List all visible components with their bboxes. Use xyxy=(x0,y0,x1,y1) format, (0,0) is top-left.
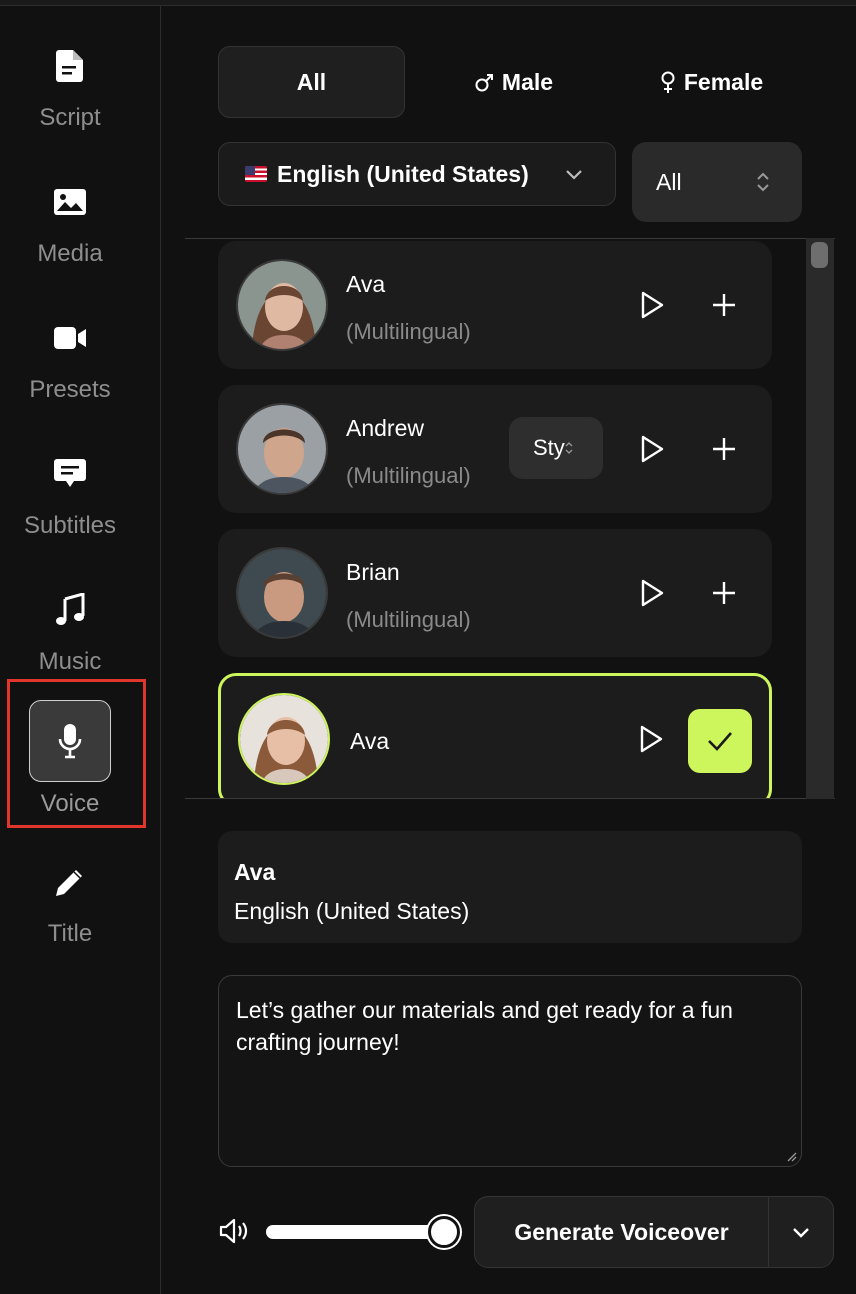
microphone-icon xyxy=(58,724,82,759)
image-icon xyxy=(50,182,90,222)
tab-label: Female xyxy=(683,68,764,95)
sidebar-item-label: Subtitles xyxy=(23,512,117,539)
avatar xyxy=(238,693,330,785)
chevron-updown-icon xyxy=(565,442,573,454)
tab-label: Male xyxy=(501,68,554,95)
volume-slider-thumb[interactable] xyxy=(428,1216,460,1248)
selected-voice-language: English (United States) xyxy=(234,898,470,924)
avatar xyxy=(236,259,328,351)
style-label: Style xyxy=(533,435,565,460)
voice-tab-icon-box xyxy=(29,700,111,782)
tab-female[interactable]: Female xyxy=(618,46,805,118)
generate-voiceover-label: Generate Voiceover xyxy=(514,1218,729,1245)
resize-grip-icon[interactable] xyxy=(785,1150,797,1162)
voice-card-brian[interactable]: Brian (Multilingual) xyxy=(218,529,772,657)
chevron-down-icon xyxy=(566,170,582,180)
voice-list[interactable]: Ava (Multilingual) Andrew (Multilingual)… xyxy=(185,238,835,799)
plus-icon xyxy=(713,582,735,604)
voice-subtitle: (Multilingual) xyxy=(346,607,471,632)
tab-all[interactable]: All xyxy=(218,46,405,118)
voice-card-ava-selected[interactable]: Ava xyxy=(218,673,772,798)
sidebar-item-title[interactable]: Title xyxy=(0,862,140,948)
check-icon xyxy=(708,732,732,751)
plus-icon xyxy=(713,294,735,316)
style-select[interactable]: Style xyxy=(509,417,603,479)
sidebar-item-subtitles[interactable]: Subtitles xyxy=(0,454,140,540)
sidebar-item-label: Presets xyxy=(29,376,111,403)
sidebar-item-presets[interactable]: Presets xyxy=(0,318,140,404)
language-value: English (United States) xyxy=(277,160,529,187)
male-symbol-icon xyxy=(475,74,493,92)
play-icon xyxy=(641,435,664,463)
add-voice-button[interactable] xyxy=(707,432,741,466)
category-select[interactable]: All xyxy=(632,142,802,222)
scrollbar-thumb[interactable] xyxy=(811,242,828,268)
tab-male[interactable]: Male xyxy=(420,46,607,118)
female-symbol-icon xyxy=(661,71,675,93)
category-value: All xyxy=(656,168,682,195)
sidebar-item-media[interactable]: Media xyxy=(0,182,140,268)
voiceover-script-input[interactable]: Let’s gather our materials and get ready… xyxy=(218,975,802,1167)
voice-list-scrollbar[interactable] xyxy=(806,238,834,799)
language-select[interactable]: English (United States) xyxy=(218,142,616,206)
play-preview-button[interactable] xyxy=(635,576,669,610)
voice-selected-check-button[interactable] xyxy=(688,709,752,773)
play-preview-button[interactable] xyxy=(635,432,669,466)
sidebar-item-script[interactable]: Script xyxy=(0,46,140,132)
video-camera-icon xyxy=(50,318,90,358)
generate-voiceover-button[interactable]: Generate Voiceover xyxy=(474,1196,834,1268)
volume-icon[interactable] xyxy=(218,1217,250,1250)
tab-label: All xyxy=(296,68,327,95)
play-preview-button[interactable] xyxy=(635,288,669,322)
sidebar: Script Media Presets Subtitles Music Voi… xyxy=(0,6,161,1294)
selected-voice-name: Ava xyxy=(234,859,276,885)
sidebar-item-label: Media xyxy=(37,240,103,267)
voice-card-ava[interactable]: Ava (Multilingual) xyxy=(218,241,772,369)
chevron-updown-icon xyxy=(757,172,769,192)
avatar xyxy=(236,403,328,495)
voice-name: Brian xyxy=(346,559,400,585)
voice-name: Ava xyxy=(350,728,390,754)
avatar xyxy=(236,547,328,639)
play-preview-button[interactable] xyxy=(634,722,668,756)
sidebar-item-label: Voice xyxy=(40,790,100,817)
us-flag-icon xyxy=(245,166,267,182)
play-icon xyxy=(640,725,663,753)
voice-card-andrew[interactable]: Andrew (Multilingual) Style xyxy=(218,385,772,513)
music-note-icon xyxy=(50,590,90,630)
voice-subtitle: (Multilingual) xyxy=(346,463,471,488)
voice-subtitle: (Multilingual) xyxy=(346,319,471,344)
sidebar-item-voice[interactable]: Voice xyxy=(0,700,140,818)
voice-name: Ava xyxy=(346,271,386,297)
generate-options-dropdown[interactable] xyxy=(769,1197,833,1267)
sidebar-item-label: Title xyxy=(47,920,93,947)
volume-slider[interactable] xyxy=(266,1216,460,1248)
document-icon xyxy=(50,46,90,86)
add-voice-button[interactable] xyxy=(707,576,741,610)
sidebar-item-label: Music xyxy=(38,648,102,675)
volume-slider-track xyxy=(266,1225,444,1239)
script-text: Let’s gather our materials and get ready… xyxy=(236,997,733,1055)
selected-voice-info: Ava English (United States) xyxy=(218,831,802,943)
add-voice-button[interactable] xyxy=(707,288,741,322)
voice-name: Andrew xyxy=(346,415,424,441)
pencil-icon xyxy=(50,862,90,902)
plus-icon xyxy=(713,438,735,460)
caption-icon xyxy=(50,454,90,494)
play-icon xyxy=(641,291,664,319)
play-icon xyxy=(641,579,664,607)
sidebar-item-label: Script xyxy=(39,104,101,131)
chevron-down-icon xyxy=(793,1228,809,1238)
sidebar-item-music[interactable]: Music xyxy=(0,590,140,676)
